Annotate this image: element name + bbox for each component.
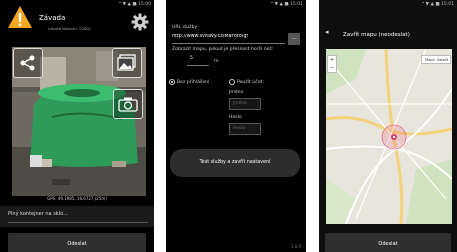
camera-icon: [118, 97, 138, 112]
report-screen: * ▼ ▲ ■ 15:00 Závada (dlouhé klepnutí: T…: [0, 0, 154, 252]
map-type-satellite[interactable]: Satelit: [437, 58, 448, 62]
map-type-control[interactable]: Mapa Satelit: [421, 55, 451, 64]
password-label: Heslo: [229, 115, 242, 120]
map-view[interactable]: [326, 49, 452, 224]
screen-title: Závada: [39, 14, 66, 22]
password-input[interactable]: Heslo: [229, 123, 261, 135]
url-input[interactable]: http://www.svitavy.cz/MaFoto/gf: [172, 34, 285, 44]
back-arrow-icon[interactable]: ◂: [325, 28, 329, 36]
test-and-close-button[interactable]: Test služby a zavřít nastavení: [170, 149, 300, 177]
zoom-out-button[interactable]: −: [328, 64, 336, 72]
status-bar: * ▼ ▲ ■ 15:00: [118, 2, 151, 7]
share-button[interactable]: [13, 48, 43, 78]
browse-button[interactable]: ...: [288, 33, 300, 45]
username-label: Jméno: [229, 90, 244, 95]
auth-none-radio[interactable]: [169, 79, 175, 85]
url-label: URL služby: [172, 25, 198, 30]
gallery-icon: [117, 54, 136, 71]
auth-login-radio[interactable]: [229, 79, 235, 85]
app-version: 1.0.9: [290, 244, 301, 249]
share-icon: [20, 55, 35, 71]
settings-screen: * ▼ ▲ ■ 15:01 URL služby http://www.svit…: [166, 0, 306, 252]
radius-unit: m: [214, 59, 219, 64]
status-bar: * ▼ ▲ ■ 15:01: [421, 2, 454, 7]
auth-none-label: Bez přihlášení: [177, 80, 210, 85]
send-button[interactable]: Odeslat: [325, 233, 451, 252]
close-map-title[interactable]: Zavřít mapu (neodeslat): [343, 32, 410, 38]
gallery-button[interactable]: [112, 48, 142, 78]
map-screen: * ▼ ▲ ■ 15:01 ◂ Zavřít mapu (neodeslat) …: [319, 0, 457, 252]
username-input[interactable]: Jméno: [229, 98, 261, 110]
zoom-control[interactable]: + −: [327, 55, 337, 73]
screen-subtitle: (dlouhé klepnutí: TODO): [48, 27, 91, 31]
settings-gear-icon[interactable]: [131, 13, 149, 31]
auth-login-label: Použít účet:: [237, 80, 264, 85]
description-value[interactable]: Plný kontejner na sklo...: [8, 211, 68, 217]
send-button[interactable]: Odeslat: [8, 233, 146, 252]
warning-icon: [8, 6, 32, 28]
camera-button[interactable]: [113, 89, 143, 119]
map-type-map[interactable]: Mapa: [425, 58, 435, 62]
status-bar: * ▼ ▲ ■ 15:01: [270, 2, 303, 7]
zoom-in-button[interactable]: +: [328, 56, 336, 64]
radius-label: Zobrazit mapu, pokud je přesnost horší n…: [172, 47, 274, 52]
gps-location-text: GPS: 49.1985, 16.6727 (25m): [47, 196, 107, 201]
radius-input[interactable]: 5: [187, 56, 209, 66]
description-underline: [8, 222, 148, 223]
